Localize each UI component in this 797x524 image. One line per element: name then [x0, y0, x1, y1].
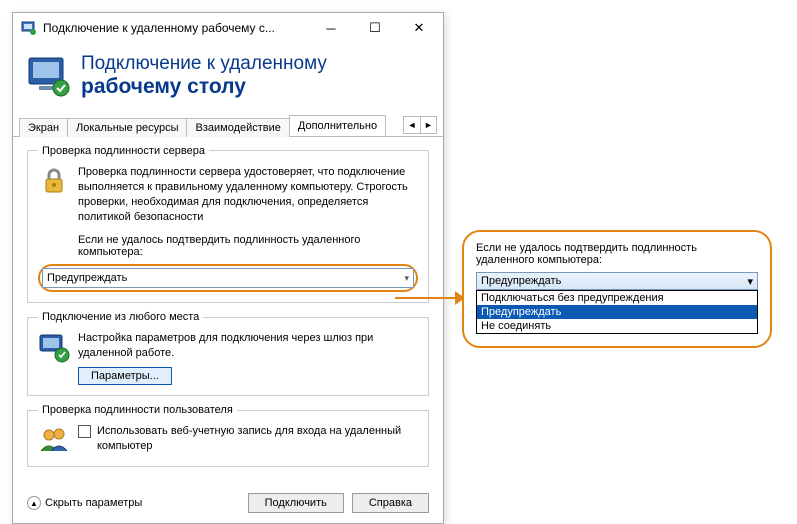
group-legend: Проверка подлинности сервера [38, 145, 209, 157]
callout-arrow-line [395, 297, 461, 299]
tab-pane-advanced: Проверка подлинности сервера Проверка по… [13, 137, 443, 485]
tab-scroll-right[interactable]: ► [420, 117, 436, 133]
maximize-button[interactable]: ☐ [353, 14, 397, 42]
server-auth-prompt: Если не удалось подтвердить подлинность … [78, 234, 418, 258]
tab-experience[interactable]: Взаимодействие [186, 118, 289, 137]
rdp-header-icon [27, 54, 71, 98]
titlebar: Подключение к удаленному рабочему с... ─… [13, 13, 443, 43]
combo-highlight: Предупреждать ▾ [38, 264, 418, 292]
auth-fail-combo[interactable]: Предупреждать ▾ [42, 268, 414, 288]
lock-icon [38, 165, 70, 197]
server-auth-desc: Проверка подлинности сервера удостоверяе… [78, 165, 418, 224]
users-icon [38, 424, 70, 456]
help-button[interactable]: Справка [352, 493, 429, 513]
tabs: Экран Локальные ресурсы Взаимодействие Д… [13, 113, 443, 137]
group-legend: Подключение из любого места [38, 311, 203, 323]
tab-scroll: ◄ ► [403, 116, 437, 134]
group-connect-anywhere: Подключение из любого места Настройка па… [27, 311, 429, 396]
header-title-2: рабочему столу [81, 75, 327, 99]
tab-local-resources[interactable]: Локальные ресурсы [67, 118, 187, 137]
web-account-checkbox[interactable] [78, 425, 91, 438]
combo-value: Предупреждать [481, 275, 561, 287]
gateway-settings-button[interactable]: Параметры... [78, 367, 172, 385]
web-account-label: Использовать веб-учетную запись для вход… [97, 424, 418, 454]
hide-params-link[interactable]: ▲ Скрыть параметры [27, 496, 142, 510]
connect-button[interactable]: Подключить [248, 493, 344, 513]
dropdown-callout: Если не удалось подтвердить подлинность … [462, 230, 772, 348]
close-button[interactable]: ✕ [397, 14, 441, 42]
group-user-auth: Проверка подлинности пользователя Исполь… [27, 404, 429, 467]
anywhere-desc: Настройка параметров для подключения чер… [78, 331, 418, 361]
dropdown-list: Подключаться без предупреждения Предупре… [476, 290, 758, 334]
rdp-dialog: Подключение к удаленному рабочему с... ─… [12, 12, 444, 524]
header-title-1: Подключение к удаленному [81, 53, 327, 75]
app-icon [21, 20, 37, 36]
tab-screen[interactable]: Экран [19, 118, 68, 137]
tab-advanced[interactable]: Дополнительно [289, 115, 386, 136]
callout-combo[interactable]: Предупреждать ▾ [476, 272, 758, 290]
tab-scroll-left[interactable]: ◄ [404, 117, 420, 133]
dialog-footer: ▲ Скрыть параметры Подключить Справка [13, 485, 443, 523]
combo-value: Предупреждать [47, 272, 127, 284]
dropdown-option-selected[interactable]: Предупреждать [477, 305, 757, 319]
window-title: Подключение к удаленному рабочему с... [43, 21, 309, 35]
gateway-icon [38, 331, 70, 363]
chevron-up-icon: ▲ [27, 496, 41, 510]
hide-params-label: Скрыть параметры [45, 497, 142, 509]
callout-prompt: Если не удалось подтвердить подлинность … [476, 242, 758, 266]
group-legend: Проверка подлинности пользователя [38, 404, 237, 416]
dropdown-option[interactable]: Не соединять [477, 319, 757, 333]
dialog-header: Подключение к удаленному рабочему столу [13, 43, 443, 113]
chevron-down-icon: ▾ [404, 273, 409, 284]
chevron-down-icon: ▾ [747, 275, 753, 288]
minimize-button[interactable]: ─ [309, 14, 353, 42]
dropdown-option[interactable]: Подключаться без предупреждения [477, 291, 757, 305]
group-server-auth: Проверка подлинности сервера Проверка по… [27, 145, 429, 303]
